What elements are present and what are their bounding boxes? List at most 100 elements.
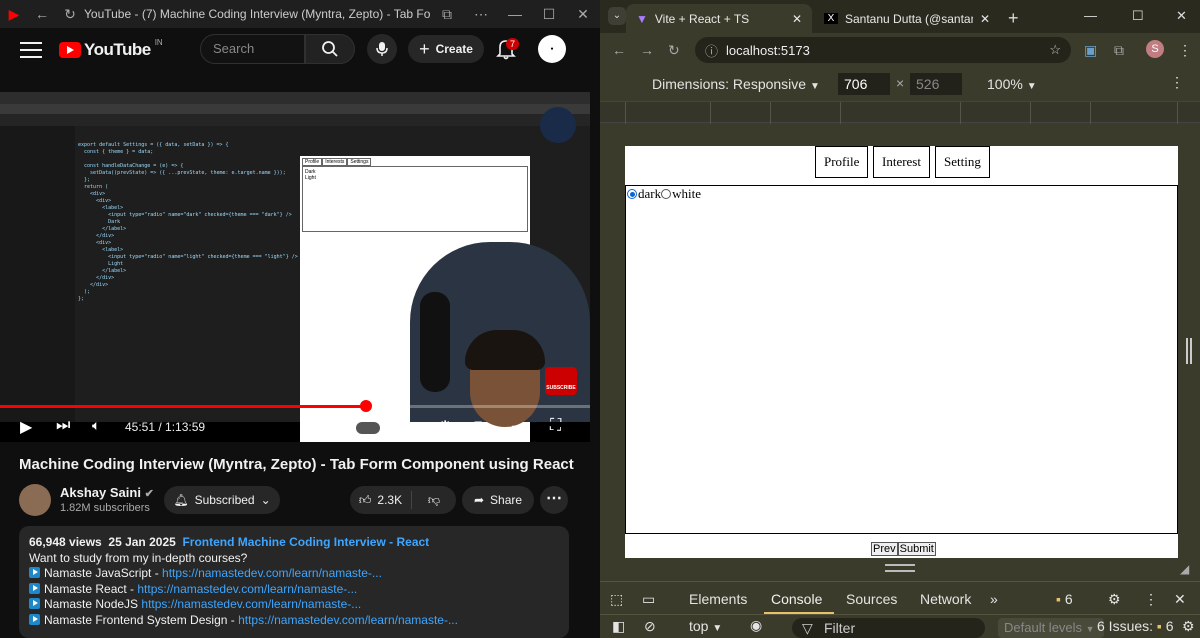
miniplayer-icon[interactable]: ⧉ xyxy=(474,417,484,434)
settings-icon[interactable]: ⚙ xyxy=(438,417,452,437)
close-devtools-icon[interactable]: ✕ xyxy=(1174,591,1186,608)
close-tab-icon[interactable]: ✕ xyxy=(792,12,802,26)
more-options-icon[interactable]: ⋮ xyxy=(1144,591,1158,608)
clear-console-icon[interactable]: ⊘ xyxy=(644,618,656,635)
back-icon[interactable]: ← xyxy=(28,6,56,22)
next-icon[interactable]: ⏭ xyxy=(56,417,70,435)
progress-scrubber[interactable] xyxy=(360,400,372,412)
zoom-dropdown[interactable]: 100% ▼ xyxy=(987,76,1037,92)
close-icon[interactable]: ✕ xyxy=(566,6,600,23)
more-actions-button[interactable]: ⋯ xyxy=(540,486,568,514)
tab-vite[interactable]: ▼ Vite + React + TS ✕ xyxy=(626,4,812,33)
viewport-resize-handle-bottom[interactable] xyxy=(885,564,915,572)
issues-counter[interactable]: 6 Issues: ▪ 6 xyxy=(1097,618,1174,634)
voice-search-button[interactable] xyxy=(367,34,397,64)
console-filter-input[interactable]: ▽ Filter xyxy=(792,618,985,638)
tab-search-icon[interactable]: ⌄ xyxy=(608,7,626,25)
extensions-puzzle-icon[interactable]: ⧉ xyxy=(1114,42,1124,59)
video-description[interactable]: 66,948 views 25 Jan 2025 Frontend Machin… xyxy=(19,526,569,638)
fullscreen-icon[interactable]: ⛶ xyxy=(550,417,561,435)
extension-icon[interactable]: ▣ xyxy=(1084,42,1097,59)
extensions-icon[interactable]: ⧉ xyxy=(430,6,464,23)
sidebar-toggle-icon[interactable]: ◧ xyxy=(612,618,625,635)
tab-x[interactable]: X Santanu Dutta (@santanu4246) ✕ xyxy=(814,4,1000,33)
site-info-icon[interactable]: ⓘ xyxy=(705,41,718,60)
radio-dark[interactable] xyxy=(627,189,637,199)
autoplay-toggle[interactable] xyxy=(356,422,380,434)
tab-elements[interactable]: Elements xyxy=(689,591,747,607)
tab-network[interactable]: Network xyxy=(920,591,971,607)
subscribed-button[interactable]: 🔔︎ Subscribed ⌄ xyxy=(164,486,280,514)
course-link[interactable]: https://namastedev.com/learn/namaste-... xyxy=(141,597,361,611)
share-icon: ➦ xyxy=(473,493,485,507)
minimize-icon[interactable]: — xyxy=(498,6,532,22)
tab-setting[interactable]: Setting xyxy=(935,146,990,178)
reload-icon[interactable]: ↻ xyxy=(56,6,84,23)
maximize-icon[interactable]: ☐ xyxy=(1132,8,1144,24)
subscribe-badge[interactable]: SUBSCRIBE xyxy=(545,367,577,395)
context-label: top xyxy=(689,618,709,634)
tab-console[interactable]: Console xyxy=(771,591,822,607)
theater-mode-icon[interactable]: ▬ xyxy=(512,417,526,433)
dislike-button[interactable]: 👎︎ xyxy=(412,493,456,508)
console-settings-icon[interactable]: ⚙ xyxy=(1182,618,1195,635)
subtitles-icon[interactable]: ▭ xyxy=(400,417,413,434)
channel-avatar[interactable] xyxy=(19,484,51,516)
more-tabs-icon[interactable]: » xyxy=(990,591,998,607)
new-tab-icon[interactable]: + xyxy=(1008,8,1019,29)
messages-counter[interactable]: ▪ 6 xyxy=(1056,591,1073,607)
share-button[interactable]: ➦ Share xyxy=(462,486,534,514)
back-icon[interactable]: ← xyxy=(612,42,626,58)
url-field[interactable]: ⓘ localhost:5173 ☆ xyxy=(695,37,1071,63)
tab-sources[interactable]: Sources xyxy=(846,591,897,607)
close-icon[interactable]: ✕ xyxy=(1176,8,1187,24)
time-display: 45:51 / 1:13:59 xyxy=(125,420,205,434)
search-button[interactable] xyxy=(305,34,355,64)
settings-icon[interactable]: ⚙ xyxy=(1108,591,1121,608)
volume-icon[interactable]: 🔈︎ xyxy=(92,417,100,434)
bookmark-star-icon[interactable]: ☆ xyxy=(1049,42,1061,58)
like-button[interactable]: 👍︎ 2.3K xyxy=(350,491,412,509)
dimensions-dropdown[interactable]: Dimensions: Responsive ▼ xyxy=(652,76,820,92)
submit-button[interactable]: Submit xyxy=(897,542,936,556)
log-levels-dropdown[interactable]: Default levels ▼ xyxy=(998,618,1104,638)
inspect-element-icon[interactable]: ⬚ xyxy=(610,591,623,608)
verified-icon: ✔ xyxy=(144,488,154,500)
create-button[interactable]: + Create xyxy=(408,35,484,63)
tab-interest[interactable]: Interest xyxy=(873,146,930,178)
tab-profile[interactable]: Profile xyxy=(815,146,869,178)
course-link[interactable]: https://namastedev.com/learn/namaste-... xyxy=(137,582,357,596)
playlist-link[interactable]: Frontend Machine Coding Interview - Reac… xyxy=(182,535,429,549)
play-button-icon xyxy=(29,567,40,579)
live-expression-eye-icon[interactable]: ◉ xyxy=(750,617,762,634)
reload-icon[interactable]: ↻ xyxy=(668,42,680,59)
channel-name[interactable]: Akshay Saini ✔ xyxy=(60,485,154,500)
video-player[interactable]: export default Settings = ({ data, setDa… xyxy=(0,92,590,442)
forward-icon[interactable]: → xyxy=(640,42,654,58)
course-link[interactable]: https://namastedev.com/learn/namaste-... xyxy=(238,613,458,627)
vite-icon: ▼ xyxy=(636,11,648,26)
radio-white[interactable] xyxy=(661,189,672,199)
device-toggle-icon[interactable]: ▭ xyxy=(642,591,655,608)
minimize-icon[interactable]: — xyxy=(1084,8,1097,23)
menu-icon[interactable] xyxy=(20,42,42,58)
youtube-logo[interactable]: YouTube IN xyxy=(59,38,163,60)
more-icon[interactable]: ⋯ xyxy=(464,6,498,23)
video-frame: export default Settings = ({ data, setDa… xyxy=(0,92,590,442)
account-avatar[interactable]: ● xyxy=(538,35,566,63)
search-input[interactable]: Search xyxy=(200,34,305,64)
course-link[interactable]: https://namastedev.com/learn/namaste-... xyxy=(162,566,382,580)
width-input[interactable]: 706 xyxy=(838,73,890,95)
context-select[interactable]: top ▼ xyxy=(689,618,722,634)
height-input[interactable]: 526 xyxy=(910,73,962,95)
close-tab-icon[interactable]: ✕ xyxy=(980,12,990,26)
prev-button[interactable]: Prev xyxy=(871,542,898,556)
media-query-ruler[interactable] xyxy=(600,101,1200,124)
play-icon[interactable]: ▶ xyxy=(20,417,32,437)
resize-corner-icon[interactable]: ◢ xyxy=(1180,562,1189,576)
menu-icon[interactable]: ⋮ xyxy=(1178,42,1192,59)
viewport-resize-handle-right[interactable] xyxy=(1186,338,1192,364)
maximize-icon[interactable]: ☐ xyxy=(532,6,566,23)
more-options-icon[interactable]: ⋮ xyxy=(1170,74,1184,91)
profile-avatar[interactable]: S xyxy=(1146,40,1164,58)
